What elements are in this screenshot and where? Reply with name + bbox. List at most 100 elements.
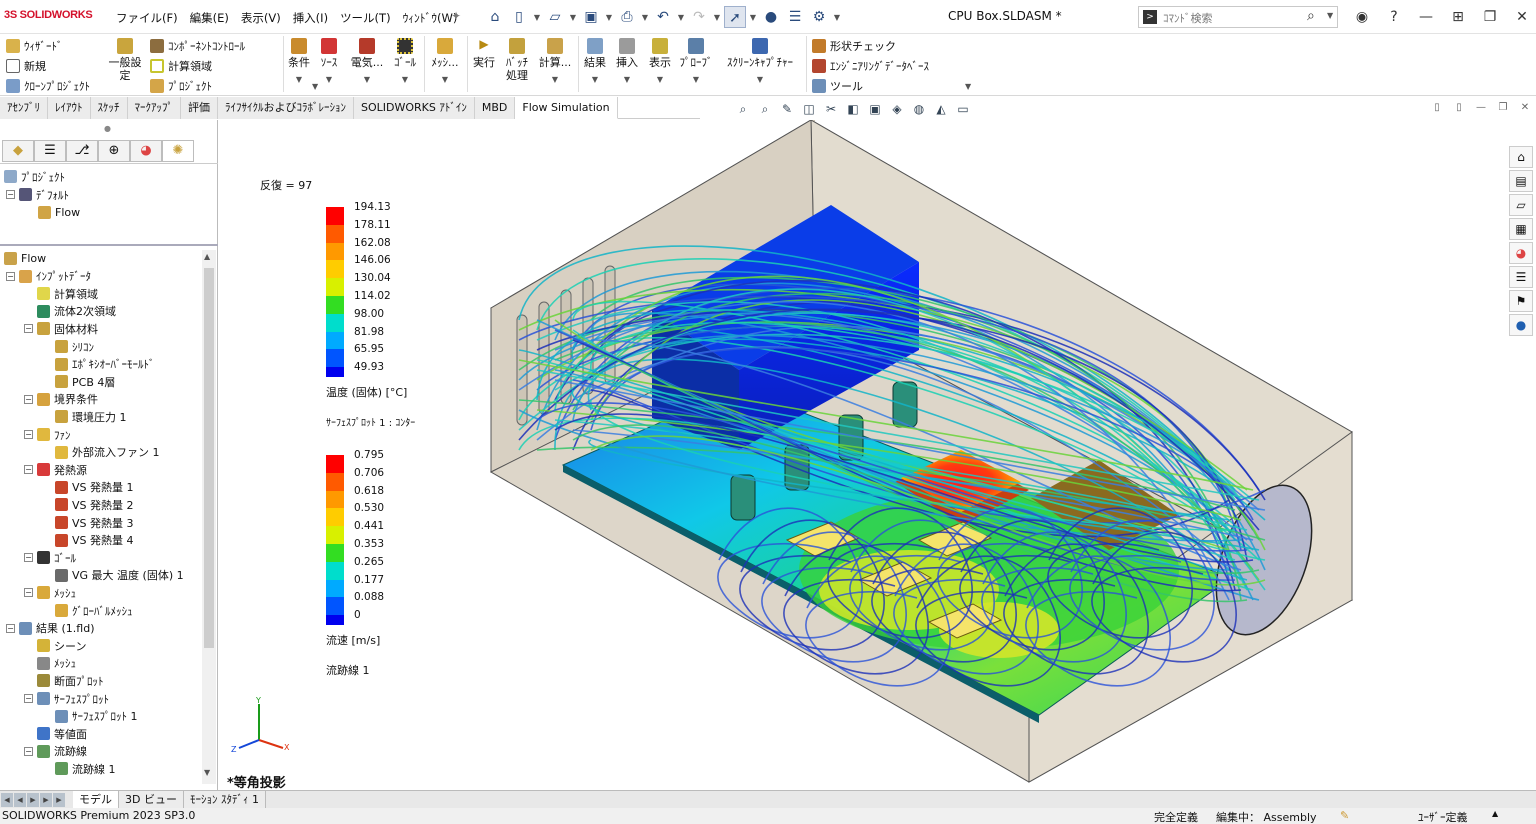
calc-domain-button[interactable]: 計算領域 (150, 58, 212, 74)
tab-3d-view[interactable]: 3D ビュー (119, 790, 184, 809)
collapse-icon[interactable]: − (24, 430, 33, 439)
wizard-button[interactable]: ｳｨｻﾞｰﾄﾞ (6, 38, 63, 54)
help-icon[interactable]: ? (1378, 6, 1410, 28)
select-cursor-icon[interactable]: ➚ (724, 6, 746, 28)
gear-icon[interactable]: ⚙ (808, 6, 830, 28)
print-icon[interactable]: ⎙ (616, 6, 638, 28)
source-button[interactable]: ｿｰｽ ▼ (316, 38, 342, 86)
custom-properties-icon[interactable]: ☰ (1509, 266, 1533, 288)
search-icon[interactable]: ⌕ (1307, 8, 1315, 24)
menu-file[interactable]: ファイル(F) (110, 10, 184, 26)
user-icon[interactable]: ◉ (1346, 6, 1378, 28)
tab-model[interactable]: モデル (73, 790, 119, 809)
tree-item[interactable]: − ｺﾞｰﾙ (24, 549, 76, 566)
dynamic-annotation-icon[interactable]: ✂ (821, 100, 841, 118)
tree-item[interactable]: 環境圧力 1 (42, 408, 127, 425)
flow-analysis-tab-icon[interactable]: ✺ (162, 140, 194, 162)
tree-item[interactable]: Flow (4, 250, 46, 267)
command-search-input[interactable]: > ｺﾏﾝﾄﾞ検索 ⌕ ▼ (1138, 6, 1338, 28)
tree-item[interactable]: 流跡線 1 (42, 760, 116, 777)
tab-layout[interactable]: ﾚｲｱｳﾄ (48, 97, 91, 119)
tab-lifecycle[interactable]: ﾗｲﾌｻｲｸﾙおよびｺﾗﾎﾞﾚｰｼｮﾝ (218, 97, 354, 119)
panel-grip-icon[interactable]: ● (104, 124, 111, 133)
chevron-down-icon[interactable]: ▼ (614, 73, 640, 86)
3dexperience-icon[interactable]: ● (1509, 314, 1533, 336)
flow-project-item[interactable]: Flow (38, 204, 80, 221)
chevron-down-icon[interactable]: ▼ (604, 13, 614, 22)
check-geometry-button[interactable]: 形状チェック (812, 38, 896, 54)
menu-tools[interactable]: ツール(T) (334, 10, 397, 26)
general-settings-button[interactable]: 一般設 定 (106, 38, 144, 82)
scroll-up-icon[interactable]: ▲ (204, 252, 210, 261)
chevron-down-icon[interactable]: ▼ (646, 73, 674, 86)
save-icon[interactable]: ▣ (580, 6, 602, 28)
feature-tree-tab-icon[interactable]: ◆ (2, 140, 34, 162)
configuration-tab-icon[interactable]: ⎇ (66, 140, 98, 162)
collapse-icon[interactable]: − (24, 324, 33, 334)
calculation-button[interactable]: 計算... ▼ (536, 38, 574, 86)
collapse-icon[interactable]: − (24, 588, 33, 598)
chevron-down-icon[interactable]: ▼ (532, 13, 542, 22)
chevron-up-icon[interactable]: ▲ (1492, 809, 1498, 818)
hide-show-icon[interactable]: ◈ (887, 100, 907, 118)
insert-button[interactable]: 挿入 ▼ (614, 38, 640, 86)
chevron-down-icon[interactable]: ▼ (676, 13, 686, 22)
rebuild-icon[interactable]: ✎ (1340, 809, 1349, 822)
edit-appearance-icon[interactable]: ◍ (909, 100, 929, 118)
tab-flow-simulation[interactable]: Flow Simulation (515, 97, 618, 119)
tab-sketch[interactable]: ｽｹｯﾁ (90, 97, 128, 119)
tile-icon[interactable]: ▯ (1428, 100, 1446, 116)
electrical-button[interactable]: 電気... ▼ (348, 38, 386, 86)
home-icon[interactable]: ⌂ (1509, 146, 1533, 168)
resources-icon[interactable]: ⚑ (1509, 290, 1533, 312)
tree-item[interactable]: − 結果 (1.fld) (6, 620, 95, 637)
close-icon[interactable]: ✕ (1506, 6, 1536, 28)
undo-icon[interactable]: ↶ (652, 6, 674, 28)
chevron-down-icon[interactable]: ▼ (348, 73, 386, 86)
tab-addins[interactable]: SOLIDWORKS ｱﾄﾞｲﾝ (354, 97, 475, 119)
chevron-down-icon[interactable]: ▼ (748, 13, 758, 22)
chevron-down-icon[interactable]: ▼ (712, 13, 722, 22)
appearances-icon[interactable]: ◕ (1509, 242, 1533, 264)
zoom-area-icon[interactable]: ⌕ (755, 100, 775, 118)
tree-item[interactable]: VS 発熱量 3 (42, 514, 134, 531)
scene-icon[interactable]: ◭ (931, 100, 951, 118)
more-tabs-icon[interactable]: ▶ (53, 792, 65, 807)
tree-item[interactable]: − 流跡線 (24, 743, 87, 760)
tab-mbd[interactable]: MBD (474, 97, 516, 119)
first-tab-icon[interactable]: ◀ (1, 792, 13, 807)
chevron-down-icon[interactable]: ▼ (678, 73, 714, 86)
collapse-icon[interactable]: − (6, 623, 15, 633)
collapse-icon[interactable]: − (24, 394, 33, 404)
restore-icon[interactable]: ❐ (1474, 6, 1506, 28)
tree-item[interactable]: VG 最大 温度 (固体) 1 (42, 567, 184, 584)
batch-button[interactable]: ﾊﾞｯﾁ 処理 (502, 38, 532, 82)
solidworks-logo[interactable]: 3S SOLIDWORKS (4, 9, 93, 21)
chevron-down-icon[interactable]: ▼ (582, 73, 608, 86)
clone-project-button[interactable]: ｸﾛｰﾝﾌﾟﾛｼﾞｪｸﾄ (6, 78, 90, 94)
restore-icon[interactable]: ❐ (1494, 100, 1512, 116)
tree-item[interactable]: 流体2次領域 (24, 303, 116, 320)
tab-markup[interactable]: ﾏｰｸｱｯﾌﾟ (127, 97, 181, 119)
tree-item[interactable]: VS 発熱量 4 (42, 532, 134, 549)
tab-evaluate[interactable]: 評価 (181, 97, 218, 119)
tree-item[interactable]: VS 発熱量 1 (42, 479, 134, 496)
project-root[interactable]: ﾌﾟﾛｼﾞｪｸﾄ (4, 168, 65, 185)
tree-item[interactable]: − 境界条件 (24, 391, 98, 408)
new-project-button[interactable]: 新規 (6, 58, 46, 74)
redo-icon[interactable]: ↷ (688, 6, 710, 28)
dimxpert-tab-icon[interactable]: ⊕ (98, 140, 130, 162)
chevron-down-icon[interactable]: ▼ (1327, 11, 1333, 20)
display-manager-tab-icon[interactable]: ◕ (130, 140, 162, 162)
screen-capture-button[interactable]: ｽｸﾘｰﾝｷｬﾌﾟﾁｬｰ ▼ (718, 38, 802, 86)
scroll-down-icon[interactable]: ▼ (204, 768, 210, 777)
run-button[interactable]: ▶ 実行 (471, 38, 497, 70)
tree-item[interactable]: ｴﾎﾟｷｼｵｰﾊﾞｰﾓｰﾙﾄﾞ (42, 356, 155, 373)
chevron-down-icon[interactable]: ▼ (640, 13, 650, 22)
mesh-button[interactable]: ﾒｯｼ... ▼ (428, 38, 462, 86)
graphics-area[interactable]: 反復 = 97 194.13 178.11 162.08 146.06 130.04 11… (219, 120, 1536, 791)
tree-item[interactable]: − 発熱源 (24, 461, 87, 478)
open-folder-icon[interactable]: ▱ (544, 6, 566, 28)
pin-icon[interactable]: ✦ (451, 9, 461, 23)
split-icon[interactable]: ▯ (1450, 100, 1468, 116)
